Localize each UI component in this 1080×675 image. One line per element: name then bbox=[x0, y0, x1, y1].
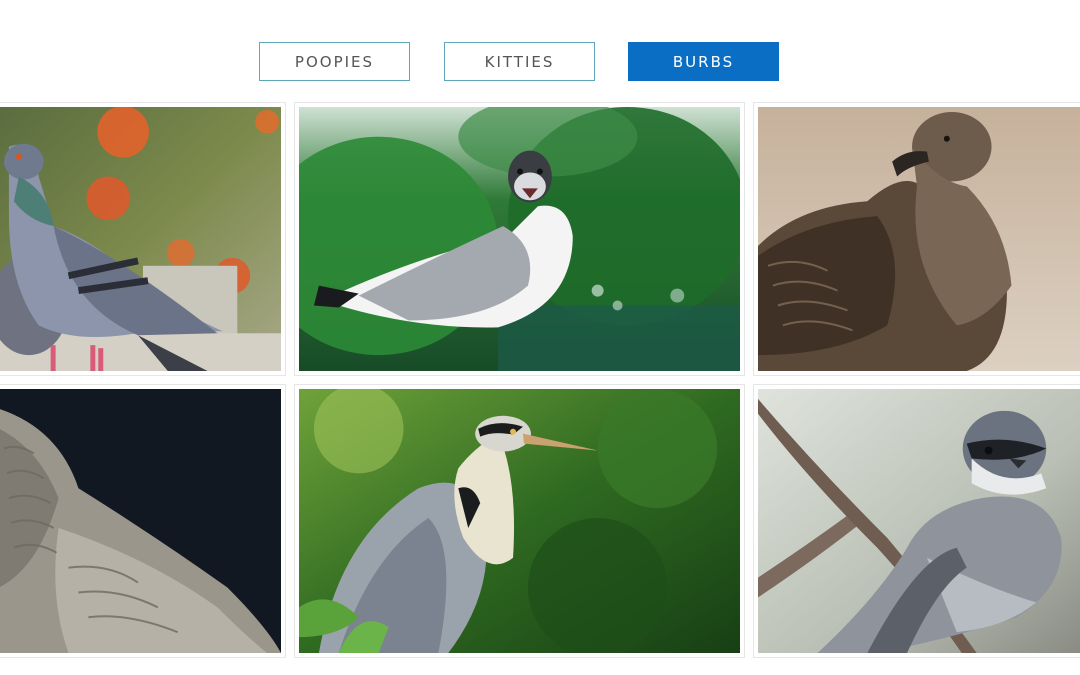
pigeons-image bbox=[0, 107, 281, 371]
heron-image bbox=[299, 389, 740, 653]
gull-image bbox=[299, 107, 740, 371]
gallery-tile-grey-bird[interactable] bbox=[0, 384, 286, 658]
grey-bird-image bbox=[0, 389, 281, 653]
brown-seabird-image bbox=[758, 107, 1080, 371]
gallery-tile-brown-seabird[interactable] bbox=[753, 102, 1080, 376]
gallery-tile-gull[interactable] bbox=[294, 102, 745, 376]
gallery-tile-small-bird[interactable] bbox=[753, 384, 1080, 658]
gallery-tile-heron[interactable] bbox=[294, 384, 745, 658]
small-bird-image bbox=[758, 389, 1080, 653]
gallery-tile-pigeons[interactable] bbox=[0, 102, 286, 376]
image-gallery bbox=[0, 0, 1080, 675]
